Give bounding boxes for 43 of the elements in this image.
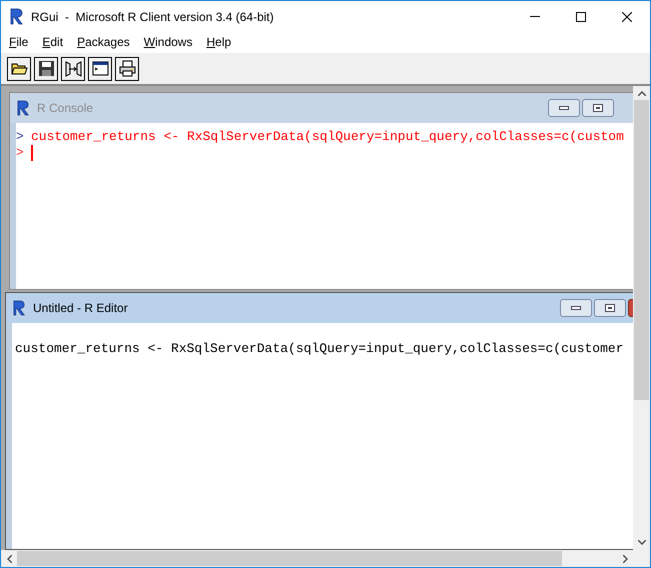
minimize-icon — [571, 306, 581, 310]
prompt: > — [16, 129, 25, 145]
scrollbar-thumb[interactable] — [17, 551, 562, 566]
close-icon — [622, 12, 632, 22]
r-logo-icon — [16, 100, 31, 116]
code-line: customer_returns <- RxSqlServerData(sqlQuery=input_query,colClasses=c(customer — [15, 341, 624, 357]
horizontal-scrollbar[interactable] — [1, 550, 650, 567]
minimize-icon — [559, 106, 569, 110]
scroll-up-icon[interactable] — [638, 91, 646, 96]
prompt: > — [16, 145, 25, 161]
window-title: RGui - Microsoft R Client version 3.4 (64-bit) — [31, 8, 274, 26]
menu-item[interactable]: Edit — [36, 33, 70, 51]
restore-button[interactable] — [582, 99, 614, 117]
scroll-left-icon[interactable] — [7, 554, 12, 562]
maximize-icon — [576, 12, 586, 22]
window-title: Untitled - R Editor — [33, 300, 128, 317]
scroll-right-icon[interactable] — [623, 554, 628, 562]
toolbar-button[interactable] — [61, 56, 85, 80]
transfer-arrow-icon — [64, 59, 82, 78]
toolbar-button[interactable] — [115, 56, 139, 80]
restore-icon — [605, 304, 615, 312]
minimize-icon — [530, 16, 540, 17]
restore-button[interactable] — [594, 299, 626, 317]
scrollbar-thumb[interactable] — [634, 100, 649, 400]
minimize-button[interactable] — [560, 299, 592, 317]
code-editor[interactable]: customer_returns <- RxSqlServerData(sqlQuery=input_query,colClasses=c(customer — [12, 323, 634, 549]
console-command: customer_returns <- RxSqlServerData(sqlQuery=input_query,colClasses=c(custom — [31, 129, 624, 145]
printer-icon — [118, 59, 136, 78]
window-title: R Console — [37, 100, 94, 117]
r-logo-icon — [9, 8, 25, 25]
r-logo-icon — [12, 300, 27, 316]
menu-item[interactable]: File — [3, 33, 34, 51]
toolbar-button[interactable] — [7, 56, 31, 80]
scroll-down-icon[interactable] — [638, 540, 646, 545]
minimize-button[interactable] — [548, 99, 580, 117]
menu-item[interactable]: Windows — [138, 33, 198, 51]
restore-icon — [593, 104, 603, 112]
vertical-scrollbar[interactable] — [633, 86, 650, 550]
menu-item[interactable]: Packages — [71, 33, 136, 51]
toolbar-button[interactable] — [88, 56, 112, 80]
toolbar-button[interactable] — [34, 56, 58, 80]
menu-item[interactable]: Help — [200, 33, 238, 51]
console-window-icon — [90, 59, 110, 78]
